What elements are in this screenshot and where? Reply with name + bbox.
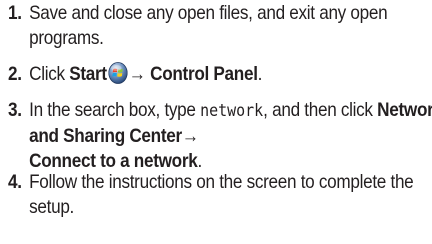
step-3: 3. In the search box, type network, and … <box>8 98 432 174</box>
step-1: 1. Save and close any open files, and ex… <box>8 1 432 51</box>
step-text-middle: , and then click <box>263 99 378 121</box>
typed-text: network <box>200 101 264 121</box>
step-number: 4. <box>8 171 22 193</box>
step-number: 3. <box>8 99 22 121</box>
connect-to-network-label: Connect to a network <box>29 150 198 172</box>
step-text: Follow the instructions on the screen to… <box>29 171 414 218</box>
control-panel-label: Control Panel <box>150 63 258 85</box>
step-2: 2. Click Start → Control Panel. <box>8 62 432 87</box>
step-number: 2. <box>8 63 22 85</box>
arrow: → <box>128 63 146 85</box>
step-number: 1. <box>8 2 22 24</box>
arrow: → <box>181 125 199 147</box>
step-text-before: In the search box, type <box>29 99 201 121</box>
period: . <box>257 63 263 85</box>
click-text: Click <box>29 63 70 85</box>
step-4: 4. Follow the instructions on the screen… <box>8 170 432 220</box>
period: . <box>197 150 202 172</box>
windows-start-orb-icon <box>108 62 128 84</box>
step-text: Save and close any open files, and exit … <box>29 2 388 49</box>
start-label: Start <box>69 63 107 85</box>
